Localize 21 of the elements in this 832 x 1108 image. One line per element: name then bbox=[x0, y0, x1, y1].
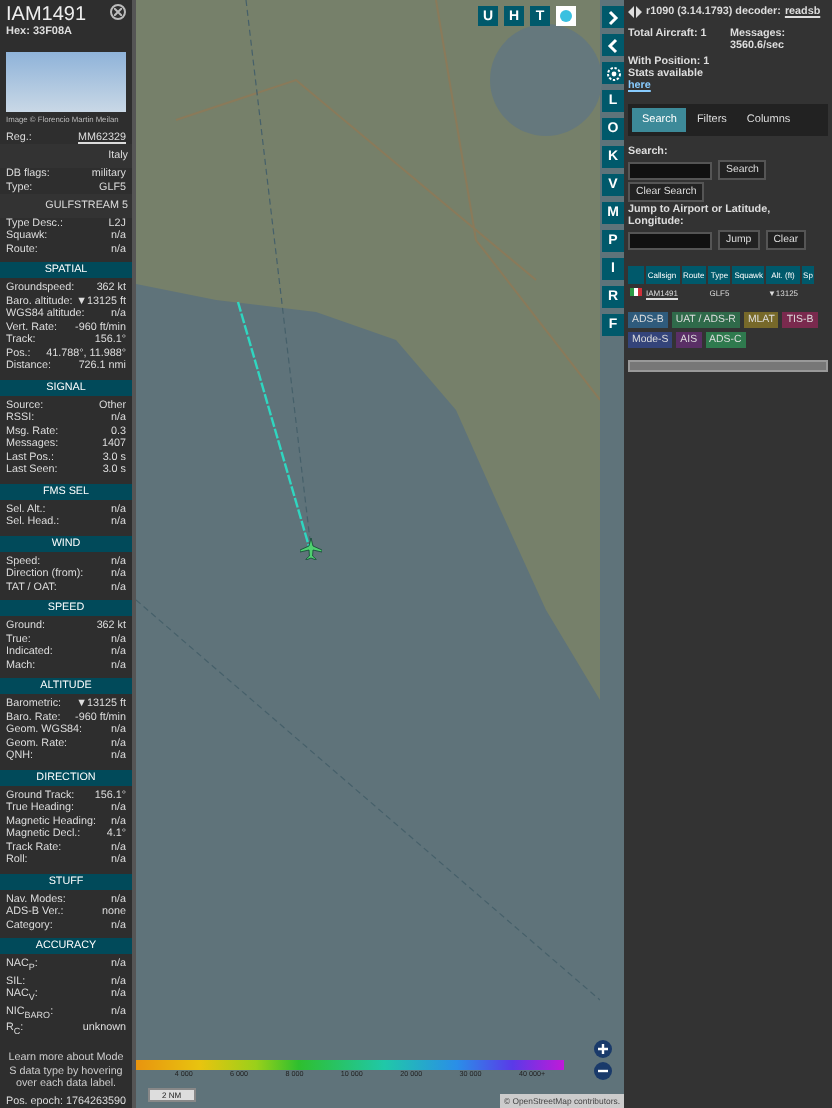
flag-icon bbox=[630, 288, 642, 296]
chevron-left-button[interactable] bbox=[602, 34, 624, 56]
aircraft-icon[interactable] bbox=[300, 538, 322, 560]
callsign: IAM1491 bbox=[6, 4, 87, 26]
dot-icon bbox=[560, 10, 572, 22]
settings-button[interactable] bbox=[602, 62, 624, 84]
close-button[interactable] bbox=[110, 4, 126, 20]
zoom-out-icon[interactable] bbox=[594, 1062, 612, 1080]
zoom-in-icon[interactable] bbox=[594, 1040, 612, 1058]
jump-field[interactable] bbox=[628, 231, 712, 249]
close-icon bbox=[114, 8, 122, 16]
collapse-icon[interactable] bbox=[628, 6, 642, 18]
photo-placeholder bbox=[6, 52, 126, 112]
scrollbar[interactable] bbox=[628, 360, 828, 372]
dot-button[interactable] bbox=[556, 6, 576, 26]
search-field[interactable] bbox=[628, 161, 712, 179]
chevron-left-icon bbox=[606, 37, 620, 53]
settings-icon bbox=[605, 65, 621, 81]
chevron-right-icon bbox=[606, 9, 620, 25]
lake-drawing bbox=[490, 24, 602, 136]
chevron-right-button[interactable] bbox=[602, 6, 624, 28]
